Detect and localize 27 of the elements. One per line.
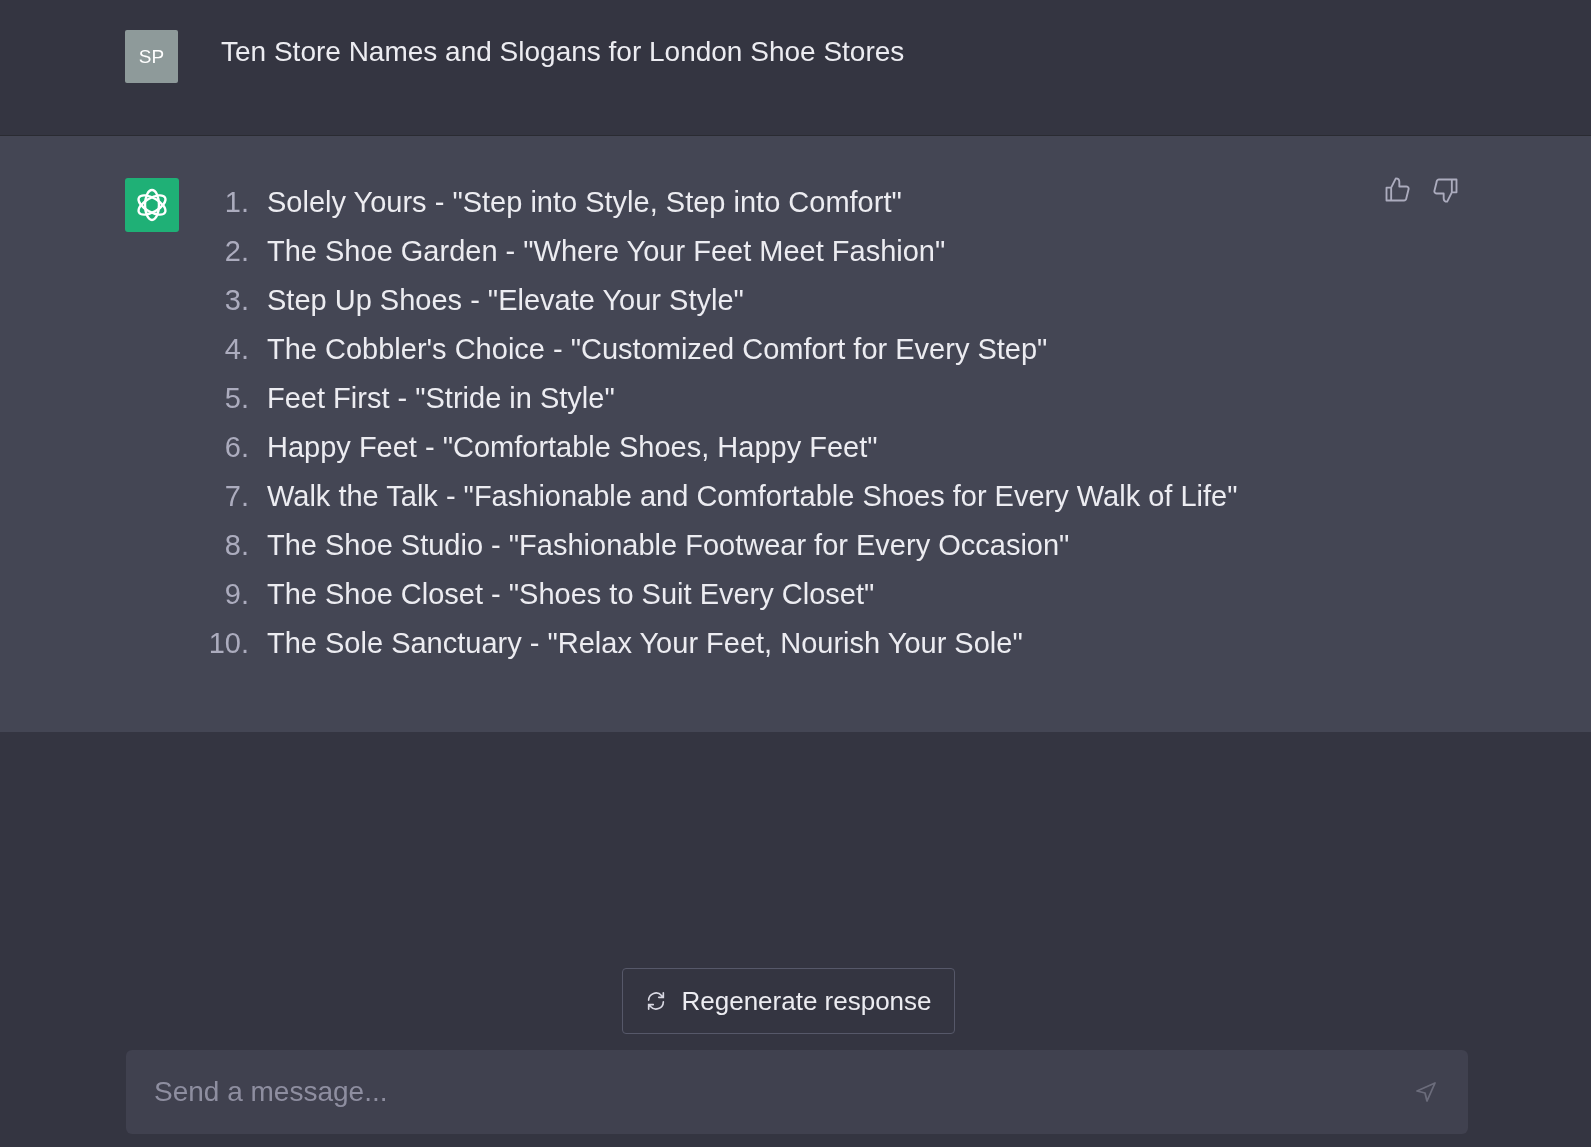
list-item-text: The Shoe Garden - "Where Your Feet Meet Fashion" <box>267 235 946 268</box>
list-number: 6. <box>223 431 249 464</box>
user-message-text: Ten Store Names and Slogans for London Shoe Stores <box>221 36 905 68</box>
list-item-text: The Shoe Closet - "Shoes to Suit Every Closet" <box>267 578 875 611</box>
list-number: 9. <box>223 578 249 611</box>
list-item-text: Feet First - "Stride in Style" <box>267 382 615 415</box>
list-item-text: The Shoe Studio - "Fashionable Footwear for Every Occasion" <box>267 529 1070 562</box>
thumbs-up-icon[interactable] <box>1383 176 1411 204</box>
list-item-text: The Sole Sanctuary - "Relax Your Feet, Nourish Your Sole" <box>267 627 1023 660</box>
user-avatar: SP <box>125 30 178 83</box>
regenerate-button[interactable]: Regenerate response <box>622 968 955 1034</box>
list-item-text: Solely Yours - "Step into Style, Step into Comfort" <box>267 186 902 219</box>
list-item-text: Happy Feet - "Comfortable Shoes, Happy Feet" <box>267 431 878 464</box>
thumbs-down-icon[interactable] <box>1432 176 1460 204</box>
list-number: 10. <box>207 627 249 660</box>
list-number: 8. <box>223 529 249 562</box>
list-number: 4. <box>223 333 249 366</box>
assistant-logo-icon <box>125 178 179 232</box>
list-number: 3. <box>223 284 249 317</box>
list-item-text: Step Up Shoes - "Elevate Your Style" <box>267 284 744 317</box>
message-input-field[interactable]: Send a message... <box>126 1050 1468 1134</box>
list-number: 7. <box>223 480 249 513</box>
list-number: 2. <box>223 235 249 268</box>
list-item-text: Walk the Talk - "Fashionable and Comfortable Shoes for Every Walk of Life" <box>267 480 1238 513</box>
list-number: 1. <box>223 186 249 219</box>
list-item-text: The Cobbler's Choice - "Customized Comfort for Every Step" <box>267 333 1048 366</box>
list-number: 5. <box>223 382 249 415</box>
